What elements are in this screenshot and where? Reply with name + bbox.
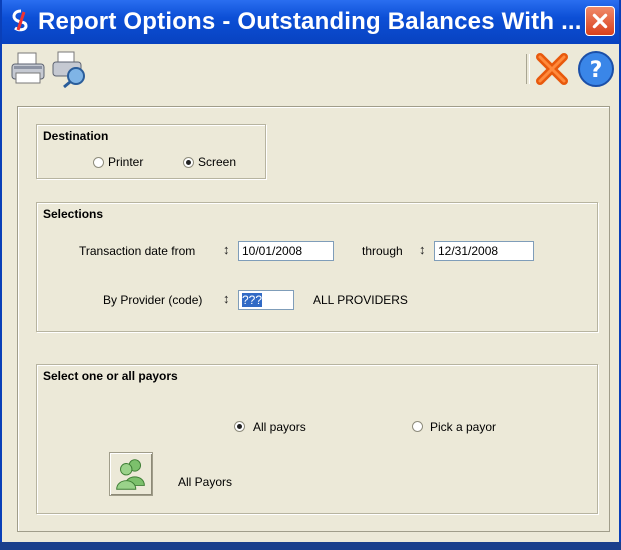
cancel-button[interactable] — [532, 49, 572, 89]
date-from-spinner-icon[interactable]: ↕ — [223, 242, 230, 257]
printer-radio[interactable] — [93, 157, 104, 168]
date-from-label: Transaction date from — [79, 244, 196, 258]
provider-input[interactable]: ??? — [238, 290, 294, 310]
help-button[interactable]: ? — [576, 49, 616, 89]
window-bottom-edge — [0, 542, 621, 550]
printer-label: Printer — [108, 155, 144, 169]
close-icon — [592, 13, 608, 29]
destination-title: Destination — [43, 129, 109, 143]
pick-payor-radio[interactable] — [412, 421, 423, 432]
report-options-window: Report Options - Outstanding Balances Wi… — [0, 0, 621, 550]
pick-payor-label: Pick a payor — [430, 420, 497, 434]
window-title: Report Options - Outstanding Balances Wi… — [38, 8, 582, 35]
payor-select-button[interactable] — [109, 452, 153, 496]
screen-radio[interactable] — [183, 157, 194, 168]
svg-text:?: ? — [590, 58, 603, 83]
all-payors-label: All payors — [253, 420, 306, 434]
provider-label: By Provider (code) — [103, 293, 203, 307]
print-preview-button[interactable] — [50, 49, 90, 89]
screen-label: Screen — [198, 155, 237, 169]
provider-name: ALL PROVIDERS — [313, 293, 408, 307]
payors-group: Select one or all payors All payors Pick… — [36, 364, 598, 514]
users-icon — [116, 459, 145, 490]
date-through-input[interactable]: 12/31/2008 — [434, 241, 534, 261]
print-preview-icon — [52, 51, 85, 89]
date-through-spinner-icon[interactable]: ↕ — [419, 242, 426, 257]
toolbar-separator — [526, 54, 530, 84]
selections-title: Selections — [43, 207, 104, 221]
title-bar[interactable]: Report Options - Outstanding Balances Wi… — [2, 0, 619, 44]
toolbar: ? — [2, 44, 619, 94]
date-from-input[interactable]: 10/01/2008 — [238, 241, 334, 261]
payors-title: Select one or all payors — [43, 369, 178, 383]
selections-group: Selections Transaction date from ↕ 10/01… — [36, 202, 598, 332]
main-panel: Destination Printer Screen Selections Tr… — [17, 106, 610, 532]
printer-icon — [11, 52, 45, 84]
provider-code-selection: ??? — [242, 293, 263, 307]
print-button[interactable] — [8, 49, 48, 89]
provider-spinner-icon[interactable]: ↕ — [223, 291, 230, 306]
help-icon: ? — [578, 51, 614, 87]
app-icon — [12, 9, 28, 32]
payor-selection-label: All Payors — [178, 475, 233, 489]
cancel-x-icon — [536, 53, 568, 85]
destination-group: Destination Printer Screen — [36, 124, 266, 179]
through-label: through — [362, 244, 403, 258]
close-button[interactable] — [585, 6, 615, 36]
all-payors-radio[interactable] — [234, 421, 245, 432]
